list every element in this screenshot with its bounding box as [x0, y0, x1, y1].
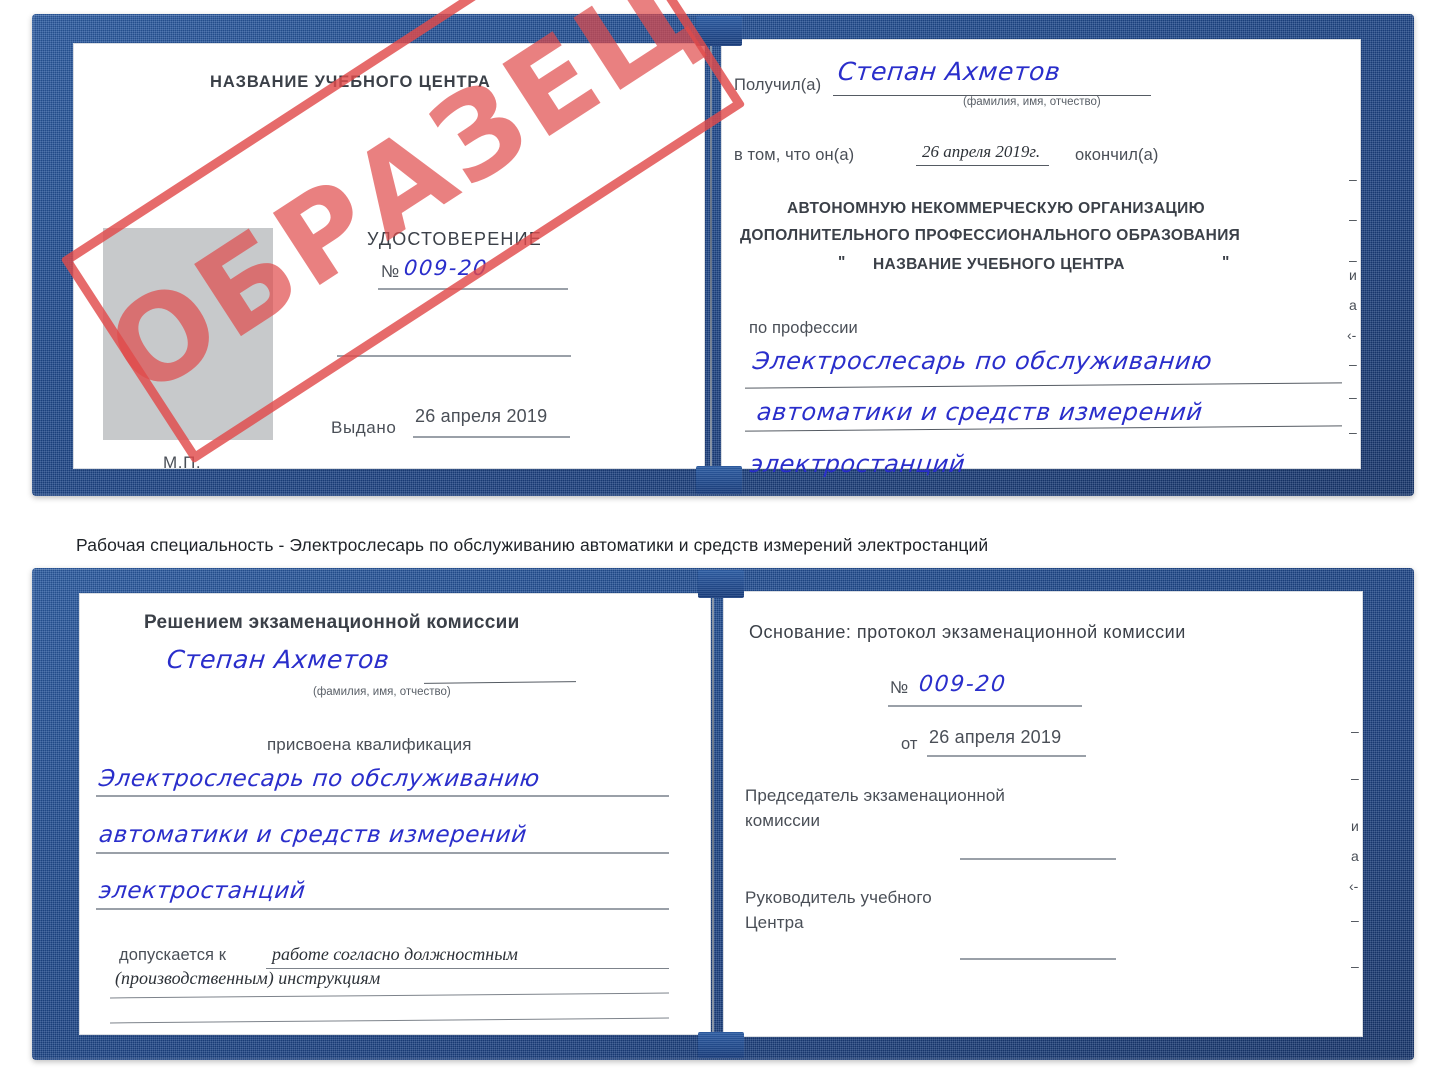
bottom-right-head-signature-rule: [960, 958, 1116, 960]
bottom-left-qualification-line3: электростанций: [97, 878, 307, 904]
bottom-left-fio-hint: (фамилия, имя, отчество): [313, 686, 451, 698]
top-right-org-line1: АВТОНОМНУЮ НЕКОММЕРЧЕСКУЮ ОРГАНИЗАЦИЮ: [787, 200, 1206, 217]
bottom-left-admitted-label: допускается к: [119, 946, 227, 964]
top-left-number-rule: [378, 288, 568, 290]
bottom-left-admitted-value1: работе согласно должностным: [272, 944, 518, 964]
bottom-left-qual-rule3: [96, 908, 669, 910]
edge-mark-top-1: –: [1349, 171, 1357, 187]
top-right-inthat-label: в том, что он(а): [734, 146, 855, 164]
edge-mark-bottom-5: ‹-: [1349, 878, 1359, 894]
top-right-profession-line3: электростанций: [748, 450, 967, 478]
edge-mark-top-9: –: [1349, 424, 1357, 440]
bottom-right-chairman-line1: Председатель экзаменационной: [745, 786, 1005, 805]
edge-mark-bottom-4: а: [1351, 848, 1359, 864]
bottom-right-head-line1: Руководитель учебного: [745, 888, 932, 907]
top-left-blank-rule: [337, 355, 571, 357]
edge-mark-bottom-1: –: [1351, 723, 1359, 739]
bottom-right-number-value: 009-20: [917, 672, 1008, 697]
top-right-org-line2: ДОПОЛНИТЕЛЬНОГО ПРОФЕССИОНАЛЬНОГО ОБРАЗО…: [740, 227, 1241, 244]
bottom-left-qualification-line1: Электрослесарь по обслуживанию: [97, 766, 542, 792]
spine-tab-bottom-top: [698, 570, 744, 598]
top-right-received-value: Степан Ахметов: [836, 57, 1063, 86]
bottom-left-decision: Решением экзаменационной комиссии: [144, 612, 520, 633]
top-right-profession-label: по профессии: [749, 319, 858, 337]
top-right-fio-hint: (фамилия, имя, отчество): [963, 96, 1101, 108]
top-left-center-name: НАЗВАНИЕ УЧЕБНОГО ЦЕНТРА: [210, 73, 491, 91]
top-right-inthat-value: 26 апреля 2019г.: [922, 142, 1041, 161]
edge-mark-top-3: –: [1349, 252, 1357, 268]
bottom-right-number-rule: [888, 705, 1082, 707]
edge-mark-bottom-2: –: [1351, 770, 1359, 786]
bottom-right-head-line2: Центра: [745, 913, 804, 932]
scan-page: НАЗВАНИЕ УЧЕБНОГО ЦЕНТРА УДОСТОВЕРЕНИЕ №…: [0, 0, 1448, 1085]
spine-tab-bottom-bottom: [698, 1032, 744, 1058]
bottom-left-qual-rule2: [96, 852, 669, 854]
top-left-issued-label: Выдано: [331, 418, 397, 437]
bottom-left-admitted-value2: (производственным) инструкциям: [115, 968, 381, 988]
photo-placeholder: [103, 228, 273, 440]
top-left-issued-value: 26 апреля 2019: [415, 406, 548, 426]
top-left-doc-title: УДОСТОВЕРЕНИЕ: [367, 229, 542, 249]
certificate-top-spine: [710, 40, 712, 468]
certificate-bottom-spine: [712, 592, 714, 1036]
top-right-org-quote-open: ": [838, 254, 846, 271]
bottom-left-qualification-line2: автоматики и средств измерений: [97, 822, 529, 848]
top-left-issued-rule: [413, 436, 570, 438]
bottom-right-date-value: 26 апреля 2019: [929, 727, 1062, 747]
bottom-left-name-value: Степан Ахметов: [165, 645, 392, 674]
top-right-org-quote-close: ": [1222, 254, 1230, 271]
edge-mark-bottom-6: –: [1351, 912, 1359, 928]
top-right-finished-label: окончил(а): [1075, 146, 1159, 164]
edge-mark-top-4: и: [1349, 267, 1357, 283]
edge-mark-bottom-7: –: [1351, 958, 1359, 974]
bottom-left-qual-rule1: [96, 795, 669, 797]
bottom-right-basis-label: Основание: протокол экзаменационной коми…: [749, 622, 1186, 642]
top-left-seal-label: М.П.: [163, 453, 202, 472]
edge-mark-top-2: –: [1349, 211, 1357, 227]
edge-mark-top-8: –: [1349, 389, 1357, 405]
edge-mark-top-5: а: [1349, 297, 1357, 313]
bottom-right-number-label: №: [890, 678, 909, 697]
bottom-right-date-label: от: [901, 735, 918, 753]
edge-mark-top-7: –: [1349, 356, 1357, 372]
caption-text: Рабочая специальность - Электрослесарь п…: [76, 535, 989, 555]
top-left-number-label: №: [381, 262, 400, 281]
bottom-left-qualification-label: присвоена квалификация: [267, 735, 472, 754]
top-right-profession-line2: автоматики и средств измерений: [755, 398, 1205, 426]
top-right-inthat-rule: [916, 165, 1049, 167]
top-right-profession-line1: Электрослесарь по обслуживанию: [751, 347, 1214, 375]
top-right-received-label: Получил(а): [734, 76, 822, 94]
spine-tab-top: [696, 16, 742, 46]
edge-mark-bottom-3: и: [1351, 818, 1359, 834]
top-right-org-line3: НАЗВАНИЕ УЧЕБНОГО ЦЕНТРА: [873, 256, 1125, 273]
bottom-right-chairman-signature-rule: [960, 858, 1116, 860]
edge-mark-top-6: ‹-: [1347, 327, 1357, 343]
bottom-right-date-rule: [927, 755, 1086, 757]
spine-tab-bottom: [696, 466, 742, 494]
bottom-right-chairman-line2: комиссии: [745, 811, 821, 830]
top-left-number-value: 009-20: [402, 256, 490, 280]
